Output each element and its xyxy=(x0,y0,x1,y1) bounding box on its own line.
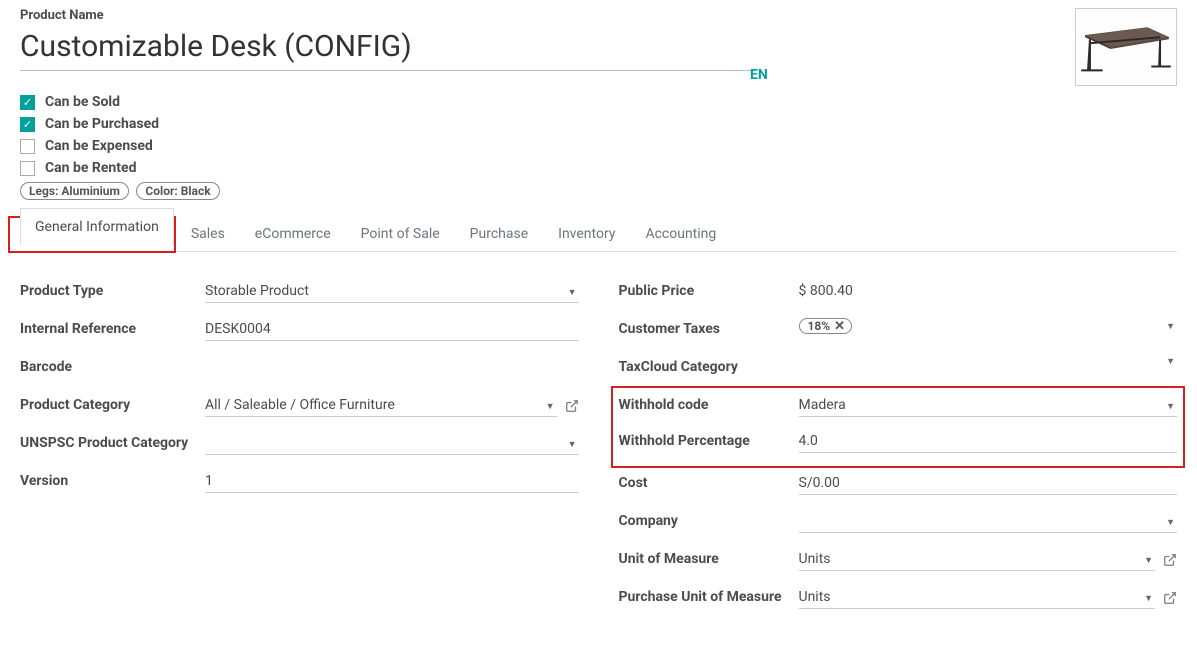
public-price-value: $ 800.40 xyxy=(799,280,853,299)
product-category-select[interactable] xyxy=(205,394,557,417)
can-be-rented-checkbox[interactable] xyxy=(20,161,35,176)
purchase-uom-select[interactable] xyxy=(799,586,1156,609)
cost-label: Cost xyxy=(619,472,799,491)
withhold-percentage-input[interactable] xyxy=(799,430,1178,453)
product-name-label: Product Name xyxy=(20,8,755,23)
tab-general-information[interactable]: General Information xyxy=(20,208,174,246)
language-badge[interactable]: EN xyxy=(750,67,768,83)
tab-ecommerce[interactable]: eCommerce xyxy=(240,215,346,252)
variant-tags: Legs: Aluminium Color: Black xyxy=(20,182,1177,200)
withhold-code-label: Withhold code xyxy=(619,394,799,413)
can-be-rented-label: Can be Rented xyxy=(45,160,136,176)
company-select[interactable] xyxy=(799,510,1178,533)
can-be-purchased-checkbox[interactable]: ✓ xyxy=(20,117,35,132)
customer-tax-tag-text: 18% xyxy=(808,319,831,333)
external-link-icon[interactable] xyxy=(565,399,579,413)
unit-of-measure-label: Unit of Measure xyxy=(619,548,799,567)
internal-reference-input[interactable] xyxy=(205,318,579,341)
product-category-label: Product Category xyxy=(20,394,205,413)
can-be-sold-label: Can be Sold xyxy=(45,94,120,110)
remove-tax-icon[interactable]: ✕ xyxy=(834,320,845,333)
variant-tag[interactable]: Color: Black xyxy=(136,182,219,200)
product-name-input[interactable] xyxy=(20,25,755,71)
chevron-down-icon[interactable]: ▼ xyxy=(1166,321,1177,332)
internal-reference-label: Internal Reference xyxy=(20,318,205,337)
tab-inventory[interactable]: Inventory xyxy=(543,215,630,252)
barcode-label: Barcode xyxy=(20,356,205,375)
can-be-expensed-checkbox[interactable] xyxy=(20,139,35,154)
chevron-down-icon[interactable]: ▼ xyxy=(1166,356,1177,367)
product-type-select[interactable] xyxy=(205,280,579,303)
version-label: Version xyxy=(20,470,205,489)
tab-accounting[interactable]: Accounting xyxy=(630,215,731,252)
unit-of-measure-select[interactable] xyxy=(799,548,1156,571)
tab-bar: General Information Sales eCommerce Poin… xyxy=(20,214,1177,252)
product-type-label: Product Type xyxy=(20,280,205,299)
can-be-purchased-label: Can be Purchased xyxy=(45,116,159,132)
can-be-sold-checkbox[interactable]: ✓ xyxy=(20,95,35,110)
external-link-icon[interactable] xyxy=(1163,591,1177,605)
withhold-percentage-label: Withhold Percentage xyxy=(619,430,799,449)
variant-tag[interactable]: Legs: Aluminium xyxy=(20,182,129,200)
tab-point-of-sale[interactable]: Point of Sale xyxy=(346,215,455,252)
barcode-input[interactable] xyxy=(205,356,579,378)
purchase-uom-label: Purchase Unit of Measure xyxy=(619,586,799,605)
customer-taxes-label: Customer Taxes xyxy=(619,318,799,337)
company-label: Company xyxy=(619,510,799,529)
version-input[interactable] xyxy=(205,470,579,493)
can-be-expensed-label: Can be Expensed xyxy=(45,138,153,154)
product-image[interactable] xyxy=(1075,8,1177,86)
cost-input[interactable] xyxy=(799,472,1178,495)
external-link-icon[interactable] xyxy=(1163,553,1177,567)
taxcloud-category-label: TaxCloud Category xyxy=(619,356,799,375)
tab-sales[interactable]: Sales xyxy=(176,215,240,252)
tab-purchase[interactable]: Purchase xyxy=(455,215,543,252)
public-price-label: Public Price xyxy=(619,280,799,299)
unspsc-category-select[interactable] xyxy=(205,432,579,455)
withhold-code-select[interactable] xyxy=(799,394,1178,417)
unspsc-category-label: UNSPSC Product Category xyxy=(20,432,205,451)
customer-tax-tag[interactable]: 18% ✕ xyxy=(799,318,853,334)
